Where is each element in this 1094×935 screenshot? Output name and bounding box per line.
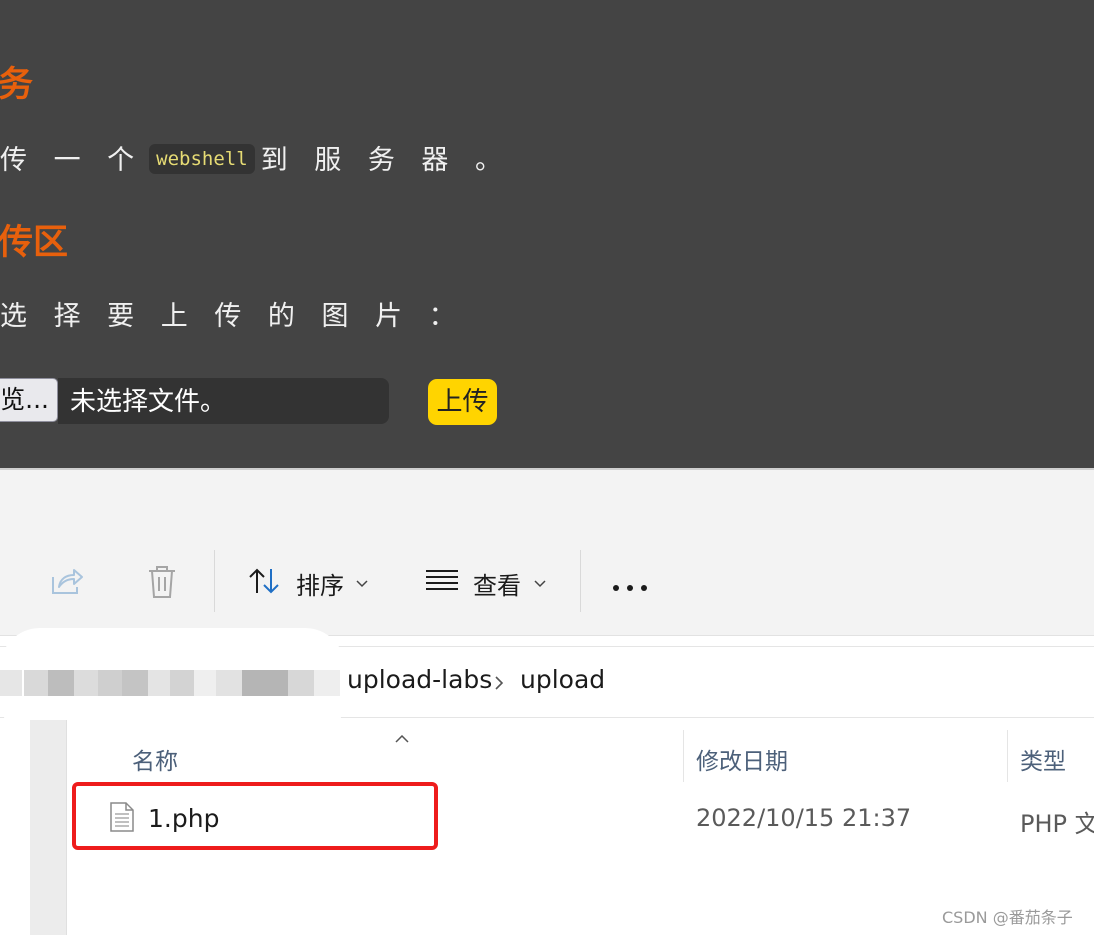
chevron-down-icon — [356, 573, 368, 592]
sort-button[interactable]: 排序 — [296, 566, 344, 601]
sort-caret-up-icon — [395, 728, 409, 747]
task-description: 传 一 个 webshell 到 服 务 器 。 — [0, 138, 511, 177]
document-icon — [110, 802, 134, 836]
task-heading: 务 — [0, 65, 34, 105]
breadcrumb-item-upload[interactable]: upload — [520, 665, 605, 694]
column-divider[interactable] — [683, 730, 684, 782]
toolbar-separator — [214, 550, 215, 612]
upload-heading: 传区 — [0, 223, 69, 263]
watermark: CSDN @番茄条子 — [942, 908, 1073, 927]
column-header-modified[interactable]: 修改日期 — [696, 742, 788, 776]
toolbar-separator — [580, 550, 581, 612]
more-icon[interactable] — [612, 577, 648, 596]
webshell-code: webshell — [149, 144, 255, 174]
chevron-down-icon — [534, 573, 546, 592]
sort-icon[interactable] — [247, 566, 281, 600]
web-page: 务 传 一 个 webshell 到 服 务 器 。 传区 选 择 要 上 传 的 … — [0, 0, 1094, 468]
file-modified-date: 2022/10/15 21:37 — [696, 804, 912, 832]
column-header-type[interactable]: 类型 — [1020, 742, 1066, 776]
breadcrumb-item-upload-labs[interactable]: upload-labs — [347, 665, 492, 694]
view-icon[interactable] — [425, 568, 459, 596]
select-prompt: 选 择 要 上 传 的 图 片 ： — [0, 301, 465, 332]
task-text-after: 到 服 务 器 。 — [260, 145, 512, 176]
trash-icon[interactable] — [146, 565, 178, 603]
browse-button[interactable]: 览... — [0, 378, 58, 422]
explorer-toolbar: 排序 查看 — [0, 470, 1094, 636]
file-explorer: 排序 查看 upload-labs upload 名称 修改日期 类型 1.ph… — [0, 468, 1094, 935]
column-divider[interactable] — [1007, 730, 1008, 782]
upload-button[interactable]: 上传 — [428, 379, 497, 425]
redacted-path — [0, 670, 340, 696]
view-button[interactable]: 查看 — [473, 566, 521, 601]
file-status-text: 未选择文件。 — [70, 387, 227, 417]
chevron-right-icon — [494, 675, 504, 694]
task-text-before: 传 一 个 — [0, 145, 144, 176]
file-type: PHP 文 — [1020, 810, 1094, 838]
file-name[interactable]: 1.php — [148, 804, 219, 833]
share-icon[interactable] — [50, 565, 84, 601]
navigation-pane — [30, 720, 67, 935]
column-header-name[interactable]: 名称 — [132, 742, 178, 776]
